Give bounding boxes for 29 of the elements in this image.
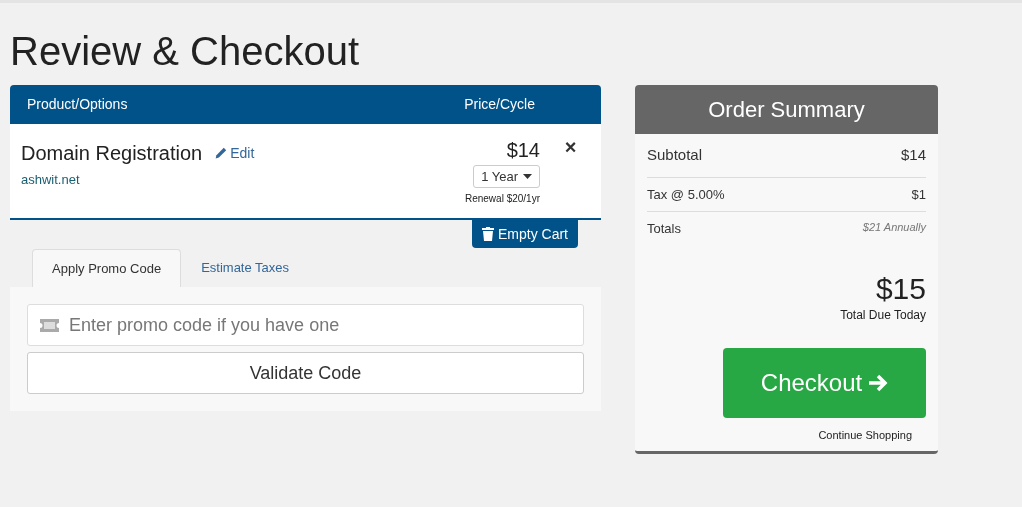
tab[interactable]: Estimate Taxes bbox=[181, 249, 310, 287]
summary-label: Subtotal bbox=[647, 145, 703, 165]
column-header: Product/Options bbox=[27, 95, 129, 114]
page-title: Review & Checkout bbox=[10, 28, 360, 75]
summary-label: Tax @ 5.00% bbox=[647, 185, 725, 204]
summary-value: $1 bbox=[911, 185, 926, 204]
summary-label: Totals bbox=[647, 220, 681, 238]
tab[interactable]: Apply Promo Code bbox=[32, 249, 182, 287]
item-price: $14 bbox=[506, 138, 540, 162]
remove-button[interactable]: × bbox=[540, 138, 601, 156]
edit-link[interactable]: Edit bbox=[214, 143, 255, 164]
summary-value: $14 bbox=[900, 145, 926, 165]
renewal-price: Renewal $20/1yr bbox=[464, 192, 540, 206]
cycle-dropdown[interactable]: 1 Year bbox=[473, 165, 540, 188]
caret-icon bbox=[523, 174, 532, 179]
arrow-icon bbox=[868, 373, 889, 392]
total-amount: $15 bbox=[875, 271, 926, 306]
pencil-icon bbox=[214, 147, 228, 160]
trash-icon bbox=[482, 227, 494, 241]
continue-shopping-link[interactable]: Continue Shopping bbox=[818, 426, 912, 443]
empty-cart-button[interactable]: Empty Cart bbox=[472, 220, 578, 248]
promo-code-field[interactable]: Enter promo code if you have one bbox=[27, 304, 584, 346]
domain-name: ashwit.net bbox=[21, 171, 80, 189]
summary-title: Order Summary bbox=[635, 85, 938, 134]
summary-value: $21 Annually bbox=[862, 220, 926, 235]
product-name: Domain Registration bbox=[21, 141, 203, 166]
column-header: Price/Cycle bbox=[463, 95, 535, 114]
validate-code-button[interactable]: Validate Code bbox=[27, 352, 584, 394]
total-label: Total Due Today bbox=[840, 306, 926, 324]
